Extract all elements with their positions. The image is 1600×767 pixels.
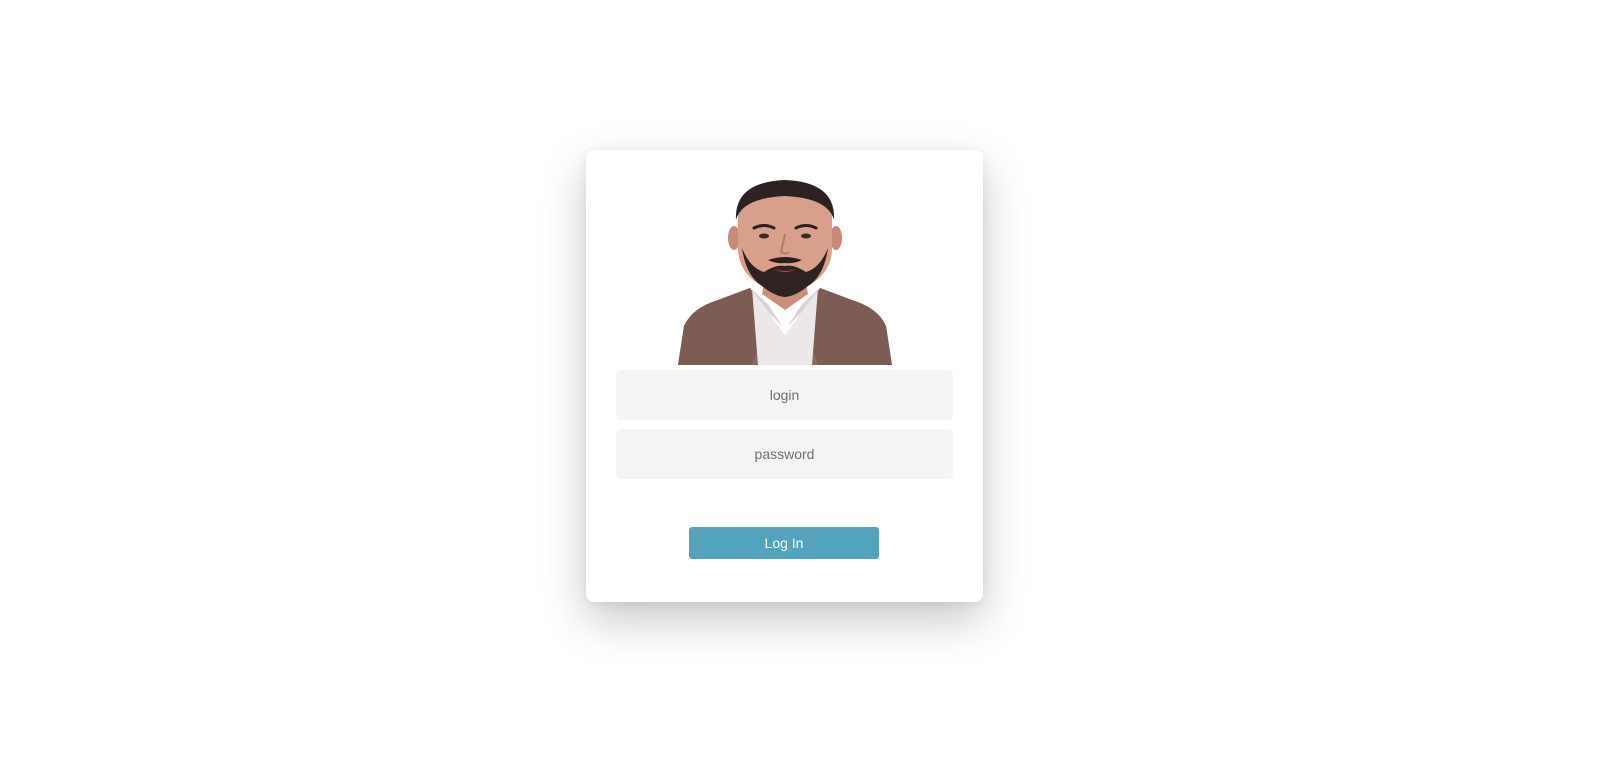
log-in-button[interactable]: Log In	[689, 527, 879, 559]
login-card: Log In	[586, 150, 983, 602]
password-input[interactable]	[616, 429, 953, 479]
login-page: Log In	[0, 0, 1600, 767]
user-portrait-icon	[677, 180, 892, 365]
avatar	[586, 176, 983, 365]
login-input[interactable]	[616, 370, 953, 420]
